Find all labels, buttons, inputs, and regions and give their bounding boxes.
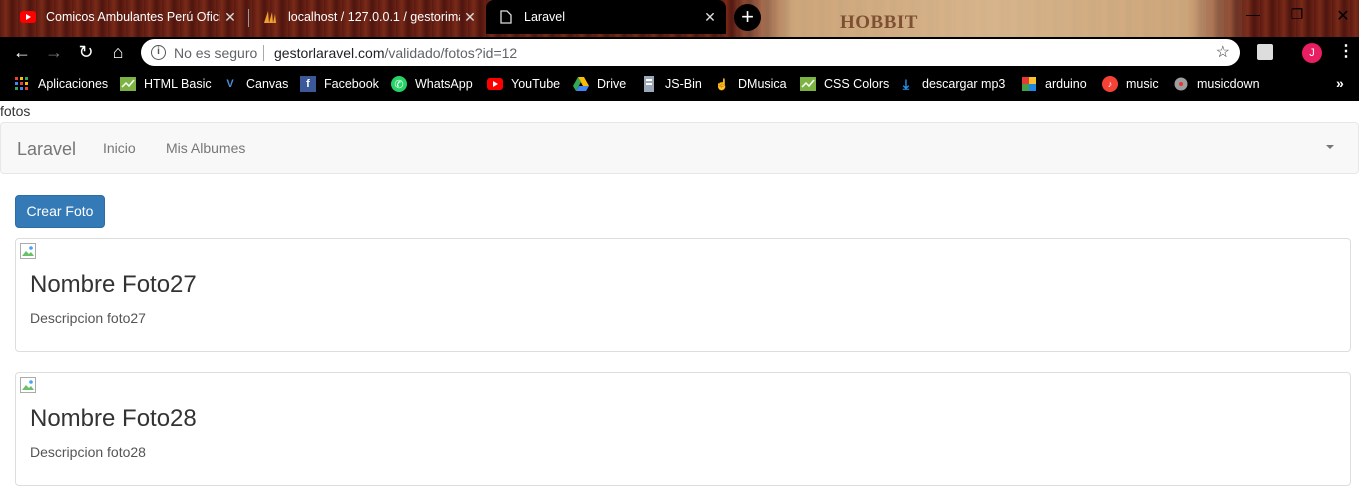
bookmark-label: music bbox=[1126, 77, 1159, 91]
disc-icon bbox=[1173, 76, 1189, 92]
bookmark-canvas[interactable]: V Canvas bbox=[222, 76, 288, 92]
new-tab-button[interactable]: + bbox=[734, 4, 761, 31]
chart-icon bbox=[120, 76, 136, 92]
photo-title: Nombre Foto27 bbox=[30, 271, 197, 298]
tab-title: Comicos Ambulantes Perú Oficial bbox=[46, 10, 220, 24]
whatsapp-icon: ✆ bbox=[391, 76, 407, 92]
hand-pointer-icon: ☝ bbox=[715, 78, 729, 91]
home-button[interactable]: ⌂ bbox=[106, 40, 130, 64]
youtube-icon bbox=[487, 76, 503, 92]
bookmark-dmusica[interactable]: ☝ DMusica bbox=[714, 76, 787, 92]
chevron-double-right-icon[interactable]: » bbox=[1336, 75, 1344, 91]
document-icon bbox=[498, 9, 514, 25]
navbar-brand[interactable]: Laravel bbox=[17, 139, 76, 160]
bookmark-jsbin[interactable]: JS-Bin bbox=[641, 76, 702, 92]
photo-description: Descripcion foto27 bbox=[30, 310, 146, 326]
facebook-icon: f bbox=[300, 76, 316, 92]
profile-avatar[interactable]: J bbox=[1302, 43, 1322, 63]
theme-text: HOBBIT bbox=[840, 12, 918, 33]
bookmark-label: Aplicaciones bbox=[38, 77, 109, 91]
photo-card: Nombre Foto28 Descripcion foto28 bbox=[15, 372, 1351, 486]
dropdown-caret-icon[interactable] bbox=[1326, 145, 1334, 149]
phpmyadmin-icon bbox=[262, 9, 278, 25]
bookmark-label: descargar mp3 bbox=[922, 77, 1006, 91]
bookmark-arduino[interactable]: arduino bbox=[1021, 76, 1087, 92]
extension-cube-icon[interactable] bbox=[1257, 44, 1273, 60]
photo-title: Nombre Foto28 bbox=[30, 405, 197, 432]
tab-phpmyadmin[interactable]: localhost / 127.0.0.1 / gestorimag ✕ bbox=[250, 0, 486, 34]
app-navbar: Laravel Inicio Mis Albumes bbox=[0, 122, 1359, 174]
divider bbox=[263, 45, 264, 61]
tab-title: Laravel bbox=[524, 10, 565, 24]
close-tab-icon[interactable]: ✕ bbox=[460, 9, 480, 26]
broken-image-icon bbox=[20, 243, 36, 259]
breadcrumb: fotos bbox=[0, 103, 31, 119]
bookmark-label: musicdown bbox=[1197, 77, 1260, 91]
bookmark-label: DMusica bbox=[738, 77, 787, 91]
theme-pattern bbox=[730, 0, 1250, 37]
bookmark-label: Facebook bbox=[324, 77, 379, 91]
address-bar[interactable]: i No es seguro gestorlaravel.com/validad… bbox=[141, 39, 1240, 66]
bookmark-whatsapp[interactable]: ✆ WhatsApp bbox=[391, 76, 473, 92]
drive-icon bbox=[573, 76, 589, 92]
close-tab-icon[interactable]: ✕ bbox=[220, 9, 240, 26]
back-button[interactable]: ← bbox=[10, 40, 34, 64]
apps-grid-icon bbox=[14, 76, 30, 92]
forward-button[interactable]: → bbox=[42, 40, 66, 64]
grid-color-icon bbox=[1021, 76, 1037, 92]
tab-youtube[interactable]: Comicos Ambulantes Perú Oficial ✕ bbox=[8, 0, 246, 34]
url-host: gestorlaravel.com bbox=[274, 45, 385, 61]
youtube-icon bbox=[20, 9, 36, 25]
bookmark-facebook[interactable]: f Facebook bbox=[300, 76, 379, 92]
reload-button[interactable]: ↻ bbox=[74, 40, 98, 64]
browser-toolbar: ← → ↻ ⌂ i No es seguro gestorlaravel.com… bbox=[0, 37, 1359, 67]
chart-icon bbox=[800, 76, 816, 92]
url-text[interactable]: gestorlaravel.com/validado/fotos?id=12 bbox=[274, 45, 517, 61]
close-window-button[interactable]: ✕ bbox=[1329, 6, 1357, 26]
bookmark-star-icon[interactable]: ☆ bbox=[1216, 42, 1230, 62]
page-content: fotos Laravel Inicio Mis Albumes Crear F… bbox=[0, 101, 1359, 490]
canvas-v-icon: V bbox=[226, 78, 234, 90]
create-photo-button[interactable]: Crear Foto bbox=[15, 195, 105, 228]
bookmark-label: Canvas bbox=[246, 77, 289, 91]
bookmark-label: WhatsApp bbox=[415, 77, 473, 91]
security-label[interactable]: No es seguro bbox=[174, 45, 257, 61]
bookmark-descargar-mp3[interactable]: ⤓ descargar mp3 bbox=[898, 76, 1005, 92]
nav-link-inicio[interactable]: Inicio bbox=[103, 140, 136, 156]
broken-image-icon bbox=[20, 377, 36, 393]
bookmark-drive[interactable]: Drive bbox=[573, 76, 626, 92]
photo-card: Nombre Foto27 Descripcion foto27 bbox=[15, 238, 1351, 352]
menu-kebab-icon[interactable]: ⋮ bbox=[1338, 41, 1354, 61]
nav-link-mis-albumes[interactable]: Mis Albumes bbox=[166, 140, 245, 156]
close-tab-icon[interactable]: ✕ bbox=[700, 9, 720, 26]
bookmark-label: arduino bbox=[1045, 77, 1087, 91]
info-icon[interactable]: i bbox=[151, 45, 166, 60]
tab-laravel[interactable]: Laravel ✕ bbox=[486, 0, 726, 34]
bookmarks-bar: Aplicaciones HTML Basic V Canvas f Faceboo… bbox=[0, 67, 1359, 101]
photo-description: Descripcion foto28 bbox=[30, 444, 146, 460]
jsbin-icon bbox=[641, 76, 657, 92]
url-path: /validado/fotos?id=12 bbox=[384, 45, 518, 61]
tab-title: localhost / 127.0.0.1 / gestorimag bbox=[288, 10, 460, 24]
bookmark-label: Drive bbox=[597, 77, 627, 91]
bookmark-html-basic[interactable]: HTML Basic bbox=[120, 76, 212, 92]
bookmark-aplicaciones[interactable]: Aplicaciones bbox=[14, 76, 108, 92]
tab-strip: HOBBIT Comicos Ambulantes Perú Oficial ✕… bbox=[0, 0, 1359, 37]
bookmark-css-colors[interactable]: CSS Colors bbox=[800, 76, 889, 92]
restore-button[interactable]: ❐ bbox=[1283, 6, 1311, 26]
download-icon: ⤓ bbox=[902, 75, 910, 92]
bookmark-label: JS-Bin bbox=[665, 77, 702, 91]
bookmark-label: HTML Basic bbox=[144, 77, 212, 91]
bookmark-label: CSS Colors bbox=[824, 77, 890, 91]
minimize-button[interactable]: — bbox=[1239, 6, 1267, 26]
bookmark-label: YouTube bbox=[511, 77, 561, 91]
bookmark-music[interactable]: ♪ music bbox=[1102, 76, 1159, 92]
music-icon: ♪ bbox=[1102, 76, 1118, 92]
bookmark-youtube[interactable]: YouTube bbox=[487, 76, 560, 92]
bookmark-musicdown[interactable]: musicdown bbox=[1173, 76, 1260, 92]
tab-divider bbox=[248, 9, 249, 27]
